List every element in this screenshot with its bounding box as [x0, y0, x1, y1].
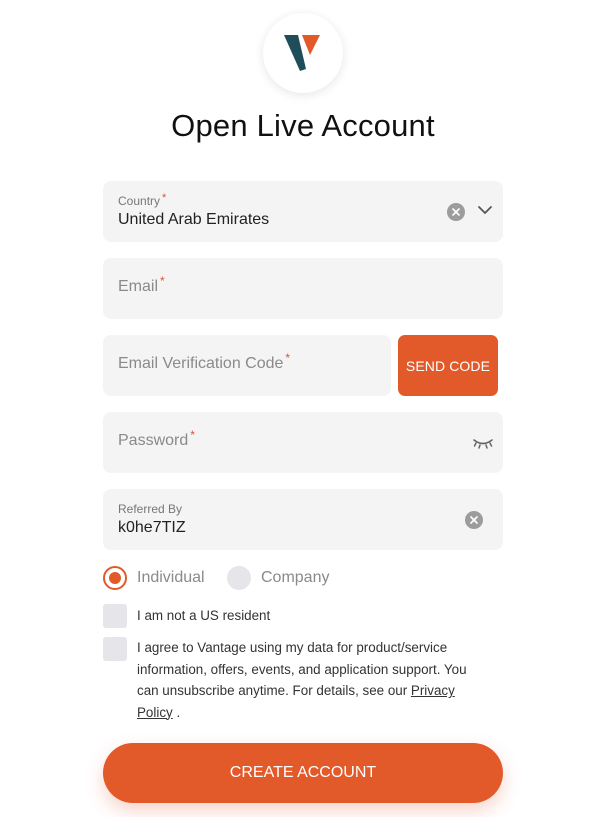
email-placeholder: Email * — [118, 274, 165, 295]
verification-code-field[interactable]: Email Verification Code * — [103, 335, 391, 396]
consent-checkbox[interactable] — [103, 637, 127, 661]
create-account-button[interactable]: CREATE ACCOUNT — [103, 743, 503, 803]
page-title: Open Live Account — [171, 108, 435, 143]
password-field[interactable]: Password * — [103, 412, 503, 473]
clear-referral-icon[interactable] — [465, 511, 483, 529]
radio-company-label[interactable]: Company — [261, 569, 329, 587]
vantage-logo-icon — [284, 35, 320, 71]
country-label: Country * — [118, 192, 167, 208]
chevron-down-icon[interactable] — [476, 203, 494, 217]
country-value: United Arab Emirates — [118, 211, 270, 228]
radio-individual-label[interactable]: Individual — [137, 569, 205, 587]
vantage-logo — [263, 13, 343, 93]
country-select[interactable]: Country * United Arab Emirates — [103, 181, 503, 242]
consent-text: I agree to Vantage using my data for pro… — [137, 640, 467, 720]
password-placeholder: Password * — [118, 428, 195, 449]
referred-by-field[interactable]: Referred By k0he7TIZ — [103, 489, 503, 550]
clear-country-icon[interactable] — [447, 203, 465, 221]
referred-by-label: Referred By — [118, 502, 183, 516]
us-resident-label: I am not a US resident — [137, 608, 271, 623]
verification-code-placeholder: Email Verification Code * — [118, 351, 291, 372]
us-resident-checkbox[interactable] — [103, 604, 127, 628]
send-code-button[interactable]: SEND CODE — [398, 335, 498, 396]
signup-page: Open Live Account Country * United Arab E… — [0, 0, 616, 817]
privacy-policy-link[interactable]: Privacy — [411, 683, 455, 698]
eye-closed-icon[interactable] — [472, 434, 494, 450]
radio-company[interactable] — [227, 566, 251, 590]
email-field[interactable]: Email * — [103, 258, 503, 319]
radio-individual[interactable] — [103, 566, 127, 590]
privacy-policy-link-cont[interactable]: Policy — [137, 705, 173, 720]
referred-by-value: k0he7TIZ — [118, 519, 186, 536]
